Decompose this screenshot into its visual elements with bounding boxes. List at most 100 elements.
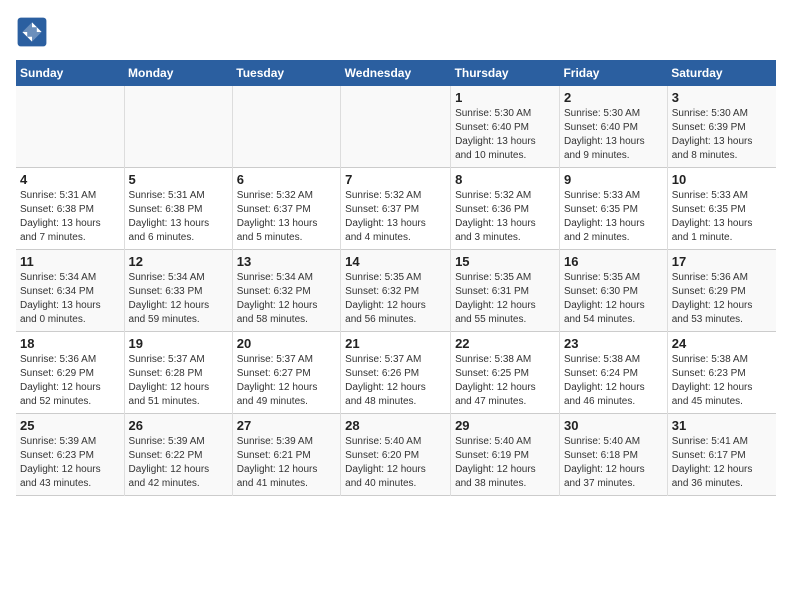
calendar-cell: 12 Sunrise: 5:34 AM Sunset: 6:33 PM Dayli…	[124, 250, 232, 332]
day-info: Sunrise: 5:36 AM Sunset: 6:29 PM Dayligh…	[672, 271, 772, 327]
calendar-cell: 24 Sunrise: 5:38 AM Sunset: 6:23 PM Dayli…	[667, 332, 776, 414]
day-number: 30	[564, 418, 663, 433]
calendar-cell: 19 Sunrise: 5:37 AM Sunset: 6:28 PM Dayli…	[124, 332, 232, 414]
calendar-cell: 6 Sunrise: 5:32 AM Sunset: 6:37 PM Daylig…	[232, 168, 340, 250]
calendar-cell: 31 Sunrise: 5:41 AM Sunset: 6:17 PM Dayli…	[667, 414, 776, 496]
day-info: Sunrise: 5:34 AM Sunset: 6:32 PM Dayligh…	[237, 271, 336, 327]
calendar-cell: 22 Sunrise: 5:38 AM Sunset: 6:25 PM Dayli…	[451, 332, 560, 414]
column-header-thursday: Thursday	[451, 60, 560, 86]
calendar-cell: 4 Sunrise: 5:31 AM Sunset: 6:38 PM Daylig…	[16, 168, 124, 250]
day-info: Sunrise: 5:41 AM Sunset: 6:17 PM Dayligh…	[672, 435, 772, 491]
page-header	[16, 16, 776, 48]
day-number: 17	[672, 254, 772, 269]
calendar-cell: 18 Sunrise: 5:36 AM Sunset: 6:29 PM Dayli…	[16, 332, 124, 414]
calendar-cell: 2 Sunrise: 5:30 AM Sunset: 6:40 PM Daylig…	[559, 86, 667, 168]
calendar-cell: 20 Sunrise: 5:37 AM Sunset: 6:27 PM Dayli…	[232, 332, 340, 414]
day-info: Sunrise: 5:32 AM Sunset: 6:37 PM Dayligh…	[345, 189, 446, 245]
day-number: 24	[672, 336, 772, 351]
day-number: 8	[455, 172, 555, 187]
calendar-cell: 15Sunrise: 5:35 AM Sunset: 6:31 PM Dayli…	[451, 250, 560, 332]
day-number: 22	[455, 336, 555, 351]
calendar-cell: 1 Sunrise: 5:30 AM Sunset: 6:40 PM Daylig…	[451, 86, 560, 168]
day-number: 14	[345, 254, 446, 269]
day-number: 20	[237, 336, 336, 351]
day-info: Sunrise: 5:40 AM Sunset: 6:20 PM Dayligh…	[345, 435, 446, 491]
column-header-monday: Monday	[124, 60, 232, 86]
day-number: 28	[345, 418, 446, 433]
calendar-cell	[341, 86, 451, 168]
calendar-cell: 29Sunrise: 5:40 AM Sunset: 6:19 PM Dayli…	[451, 414, 560, 496]
day-number: 13	[237, 254, 336, 269]
day-number: 21	[345, 336, 446, 351]
day-info: Sunrise: 5:37 AM Sunset: 6:26 PM Dayligh…	[345, 353, 446, 409]
day-number: 26	[129, 418, 228, 433]
day-info: Sunrise: 5:37 AM Sunset: 6:27 PM Dayligh…	[237, 353, 336, 409]
calendar-cell: 23 Sunrise: 5:38 AM Sunset: 6:24 PM Dayli…	[559, 332, 667, 414]
day-info: Sunrise: 5:39 AM Sunset: 6:23 PM Dayligh…	[20, 435, 120, 491]
day-info: Sunrise: 5:38 AM Sunset: 6:24 PM Dayligh…	[564, 353, 663, 409]
calendar-cell: 11Sunrise: 5:34 AM Sunset: 6:34 PM Dayli…	[16, 250, 124, 332]
day-number: 12	[129, 254, 228, 269]
day-number: 4	[20, 172, 120, 187]
calendar-cell	[232, 86, 340, 168]
calendar-header-row: SundayMondayTuesdayWednesdayThursdayFrid…	[16, 60, 776, 86]
day-info: Sunrise: 5:38 AM Sunset: 6:23 PM Dayligh…	[672, 353, 772, 409]
calendar-cell: 7 Sunrise: 5:32 AM Sunset: 6:37 PM Daylig…	[341, 168, 451, 250]
calendar-cell: 13 Sunrise: 5:34 AM Sunset: 6:32 PM Dayli…	[232, 250, 340, 332]
day-number: 25	[20, 418, 120, 433]
calendar-cell	[124, 86, 232, 168]
day-number: 2	[564, 90, 663, 105]
day-number: 19	[129, 336, 228, 351]
day-info: Sunrise: 5:37 AM Sunset: 6:28 PM Dayligh…	[129, 353, 228, 409]
day-info: Sunrise: 5:33 AM Sunset: 6:35 PM Dayligh…	[564, 189, 663, 245]
day-number: 9	[564, 172, 663, 187]
calendar-cell: 30Sunrise: 5:40 AM Sunset: 6:18 PM Dayli…	[559, 414, 667, 496]
logo	[16, 16, 52, 48]
day-info: Sunrise: 5:30 AM Sunset: 6:39 PM Dayligh…	[672, 107, 772, 163]
day-info: Sunrise: 5:32 AM Sunset: 6:36 PM Dayligh…	[455, 189, 555, 245]
day-info: Sunrise: 5:33 AM Sunset: 6:35 PM Dayligh…	[672, 189, 772, 245]
calendar-cell: 28 Sunrise: 5:40 AM Sunset: 6:20 PM Dayli…	[341, 414, 451, 496]
calendar-cell: 25 Sunrise: 5:39 AM Sunset: 6:23 PM Dayli…	[16, 414, 124, 496]
day-info: Sunrise: 5:39 AM Sunset: 6:21 PM Dayligh…	[237, 435, 336, 491]
day-info: Sunrise: 5:34 AM Sunset: 6:33 PM Dayligh…	[129, 271, 228, 327]
calendar-week-row: 11Sunrise: 5:34 AM Sunset: 6:34 PM Dayli…	[16, 250, 776, 332]
day-info: Sunrise: 5:39 AM Sunset: 6:22 PM Dayligh…	[129, 435, 228, 491]
calendar-cell: 10 Sunrise: 5:33 AM Sunset: 6:35 PM Dayli…	[667, 168, 776, 250]
day-number: 5	[129, 172, 228, 187]
day-info: Sunrise: 5:38 AM Sunset: 6:25 PM Dayligh…	[455, 353, 555, 409]
column-header-wednesday: Wednesday	[341, 60, 451, 86]
day-info: Sunrise: 5:35 AM Sunset: 6:30 PM Dayligh…	[564, 271, 663, 327]
day-number: 31	[672, 418, 772, 433]
day-number: 6	[237, 172, 336, 187]
logo-icon	[16, 16, 48, 48]
day-number: 3	[672, 90, 772, 105]
day-info: Sunrise: 5:31 AM Sunset: 6:38 PM Dayligh…	[129, 189, 228, 245]
day-info: Sunrise: 5:34 AM Sunset: 6:34 PM Dayligh…	[20, 271, 120, 327]
calendar-week-row: 25 Sunrise: 5:39 AM Sunset: 6:23 PM Dayli…	[16, 414, 776, 496]
day-number: 16	[564, 254, 663, 269]
day-number: 23	[564, 336, 663, 351]
day-info: Sunrise: 5:35 AM Sunset: 6:32 PM Dayligh…	[345, 271, 446, 327]
day-info: Sunrise: 5:36 AM Sunset: 6:29 PM Dayligh…	[20, 353, 120, 409]
day-number: 18	[20, 336, 120, 351]
day-number: 7	[345, 172, 446, 187]
day-info: Sunrise: 5:31 AM Sunset: 6:38 PM Dayligh…	[20, 189, 120, 245]
day-number: 1	[455, 90, 555, 105]
calendar-cell: 27 Sunrise: 5:39 AM Sunset: 6:21 PM Dayli…	[232, 414, 340, 496]
calendar-cell: 9 Sunrise: 5:33 AM Sunset: 6:35 PM Daylig…	[559, 168, 667, 250]
day-number: 15	[455, 254, 555, 269]
calendar-table: SundayMondayTuesdayWednesdayThursdayFrid…	[16, 60, 776, 496]
day-number: 10	[672, 172, 772, 187]
calendar-cell: 21 Sunrise: 5:37 AM Sunset: 6:26 PM Dayli…	[341, 332, 451, 414]
calendar-cell: 17 Sunrise: 5:36 AM Sunset: 6:29 PM Dayli…	[667, 250, 776, 332]
day-number: 29	[455, 418, 555, 433]
calendar-week-row: 1 Sunrise: 5:30 AM Sunset: 6:40 PM Daylig…	[16, 86, 776, 168]
day-info: Sunrise: 5:32 AM Sunset: 6:37 PM Dayligh…	[237, 189, 336, 245]
calendar-cell: 16 Sunrise: 5:35 AM Sunset: 6:30 PM Dayli…	[559, 250, 667, 332]
day-info: Sunrise: 5:30 AM Sunset: 6:40 PM Dayligh…	[564, 107, 663, 163]
column-header-sunday: Sunday	[16, 60, 124, 86]
day-info: Sunrise: 5:30 AM Sunset: 6:40 PM Dayligh…	[455, 107, 555, 163]
calendar-cell: 5 Sunrise: 5:31 AM Sunset: 6:38 PM Daylig…	[124, 168, 232, 250]
day-number: 27	[237, 418, 336, 433]
